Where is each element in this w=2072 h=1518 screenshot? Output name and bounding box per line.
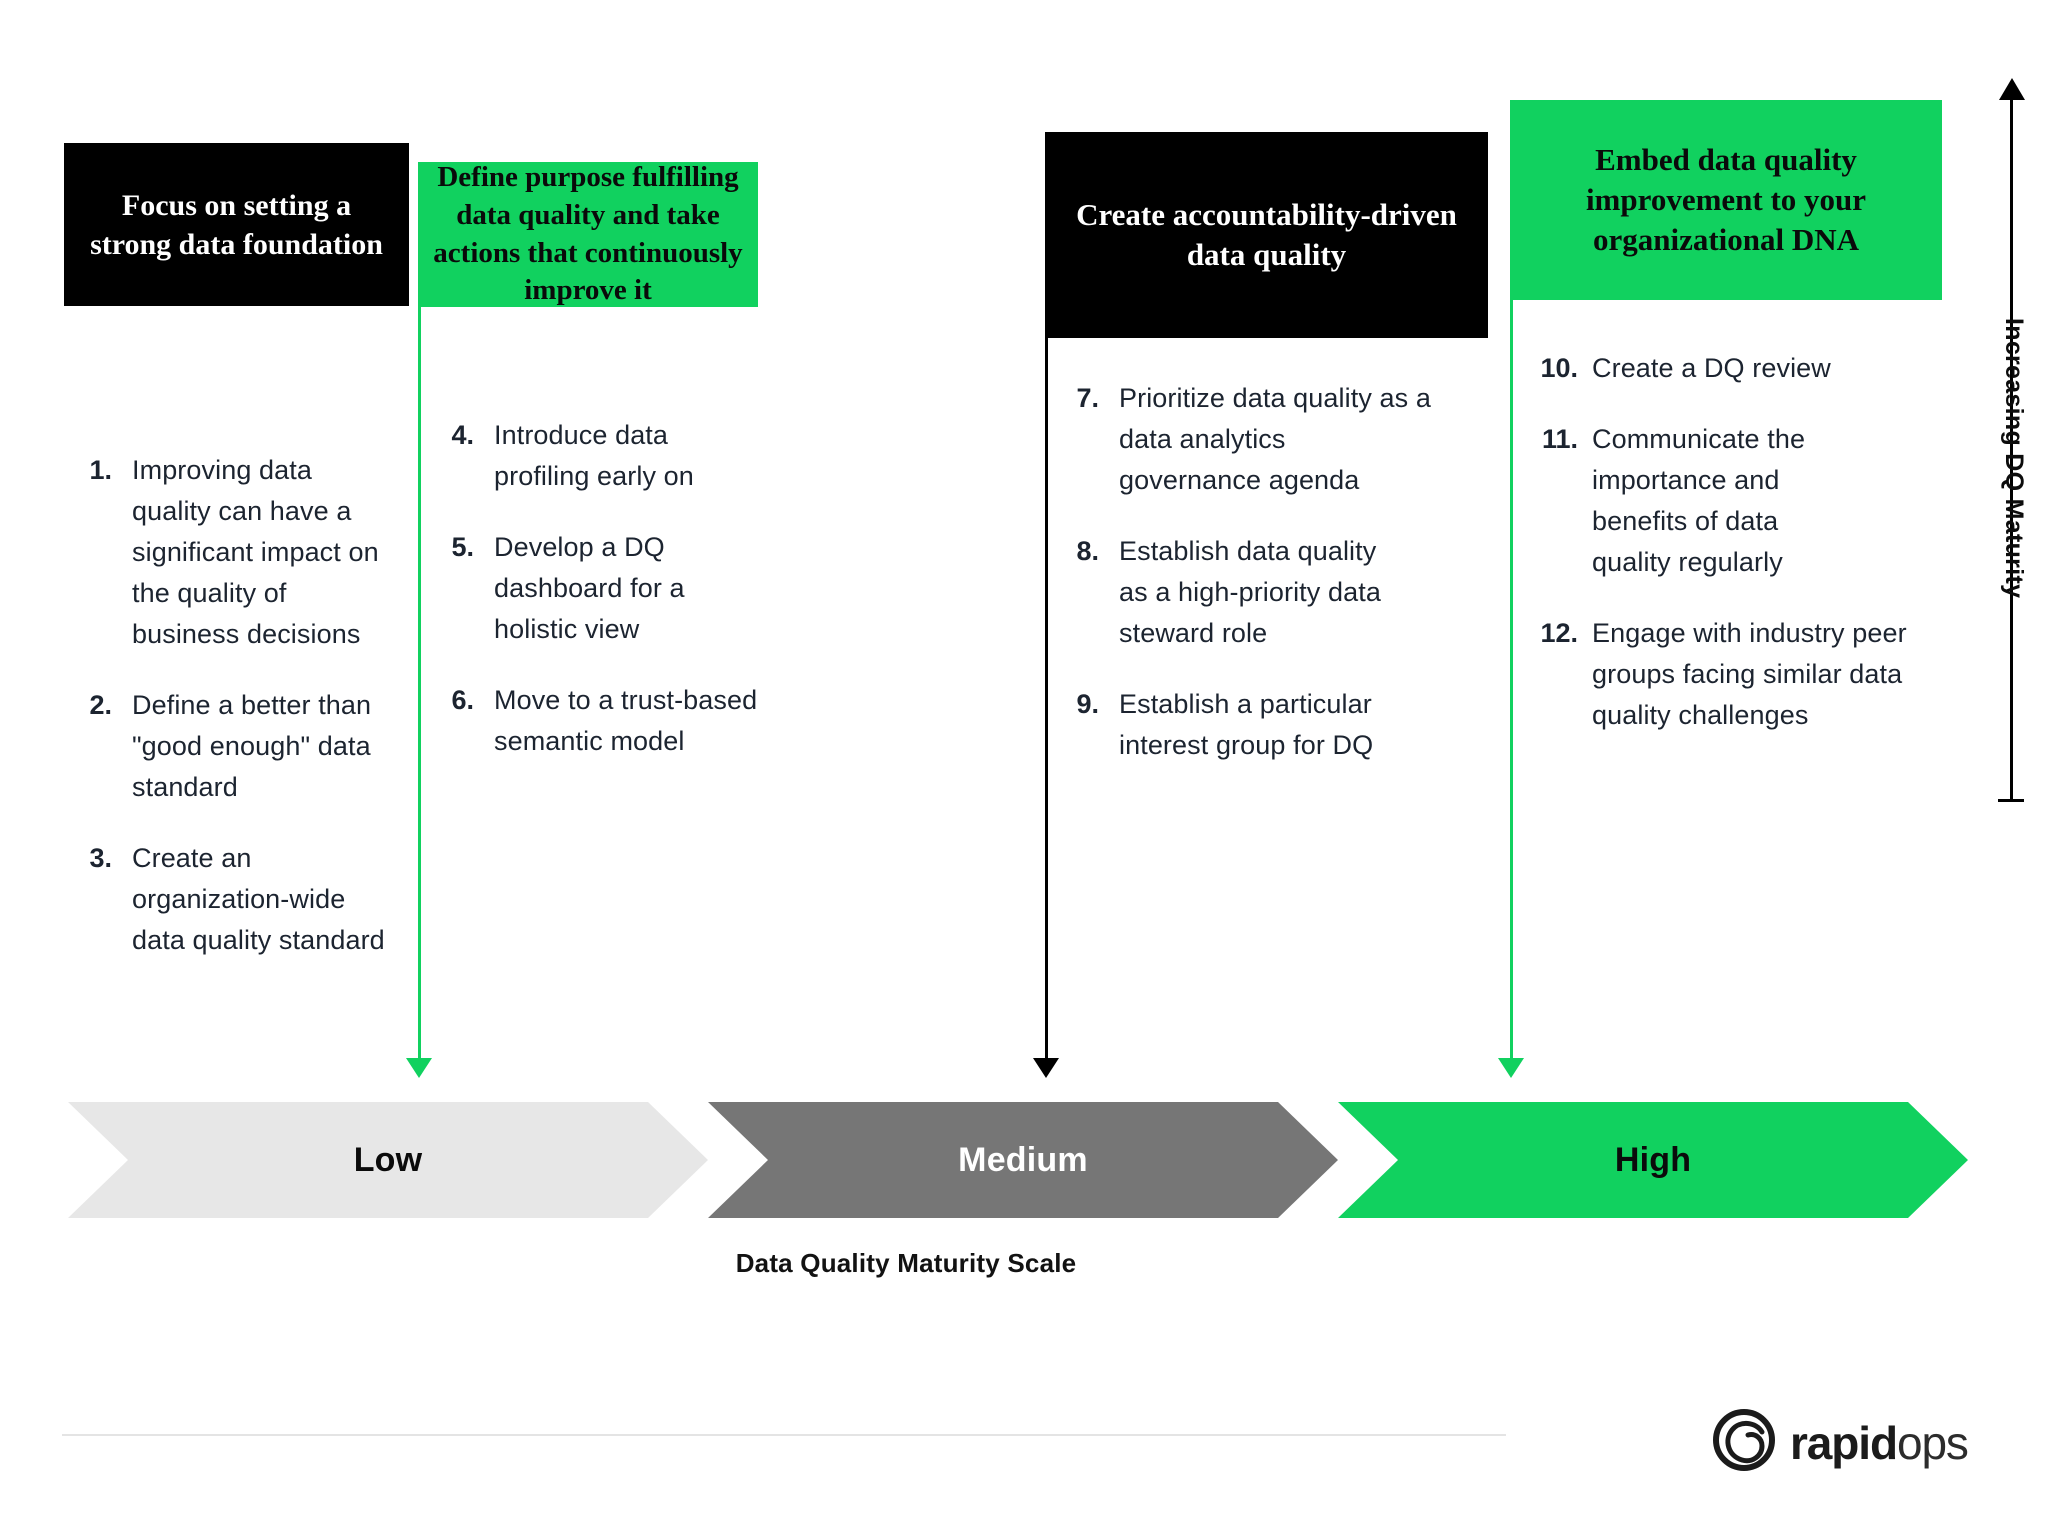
list-item-text: Develop a DQ dashboard for a holistic vi… xyxy=(494,532,685,645)
list-item-number: 4. xyxy=(451,420,474,450)
list-item-text: Introduce data profiling early on xyxy=(494,420,694,492)
maturity-step-label: Medium xyxy=(958,1140,1088,1179)
maturity-step-label: Low xyxy=(353,1140,423,1179)
list-item: 8. Establish data quality as a high-prio… xyxy=(1065,531,1445,654)
axis-arrow-up-icon xyxy=(1999,78,2025,100)
list-item: 5. Develop a DQ dashboard for a holistic… xyxy=(440,527,760,650)
rapidops-spiral-icon xyxy=(1712,1408,1776,1477)
list-item-text: Communicate the importance and benefits … xyxy=(1592,424,1806,578)
stage-3-list: 7. Prioritize data quality as a data ana… xyxy=(1065,378,1445,796)
footer-divider xyxy=(62,1434,1506,1436)
stage-1-list: 1. Improving data quality can have a sig… xyxy=(78,450,408,991)
stage-4-list: 10. Create a DQ review 11. Communicate t… xyxy=(1530,348,1940,766)
stage-2-header: Define purpose fulfilling data quality a… xyxy=(418,161,758,307)
stage-column-3: Create accountability-driven data qualit… xyxy=(1045,132,1488,338)
list-item: 12. Engage with industry peer groups fac… xyxy=(1530,613,1940,736)
list-item-text: Move to a trust-based semantic model xyxy=(494,685,758,757)
list-item-number: 9. xyxy=(1076,689,1099,720)
maturity-step-medium[interactable]: Medium xyxy=(708,1102,1338,1218)
stage-2-connector-line xyxy=(418,307,421,1058)
stage-2-list: 4. Introduce data profiling early on 5. … xyxy=(440,415,760,792)
list-item-number: 11. xyxy=(1541,424,1578,455)
list-item: 10. Create a DQ review xyxy=(1530,348,1940,389)
list-item: 1. Improving data quality can have a sig… xyxy=(78,450,408,655)
list-item: 6. Move to a trust-based semantic model xyxy=(440,680,760,762)
stage-3-header: Create accountability-driven data qualit… xyxy=(1045,132,1488,338)
list-item-text: Create a DQ review xyxy=(1592,353,1831,383)
stage-1-header: Focus on setting a strong data foundatio… xyxy=(64,143,409,306)
list-item-text: Engage with industry peer groups facing … xyxy=(1592,618,1907,731)
maturity-step-high[interactable]: High xyxy=(1338,1102,1968,1218)
list-item-text: Prioritize data quality as a data analyt… xyxy=(1119,383,1431,496)
stage-3-arrowhead-icon xyxy=(1033,1058,1059,1078)
list-item: 7. Prioritize data quality as a data ana… xyxy=(1065,378,1445,501)
list-item-text: Establish a particular interest group fo… xyxy=(1119,689,1374,761)
list-item-number: 3. xyxy=(89,843,112,874)
list-item-number: 2. xyxy=(89,690,112,721)
list-item-text: Establish data quality as a high-priorit… xyxy=(1119,536,1381,649)
axis-base-tick xyxy=(1998,799,2024,802)
list-item: 9. Establish a particular interest group… xyxy=(1065,684,1445,766)
maturity-step-label: High xyxy=(1614,1140,1692,1179)
logo-light-text: ops xyxy=(1896,1416,1969,1469)
list-item: 3. Create an organization-wide data qual… xyxy=(78,838,408,961)
list-item: 4. Introduce data profiling early on xyxy=(440,415,760,497)
stage-column-2: Define purpose fulfilling data quality a… xyxy=(418,161,758,307)
list-item-number: 12. xyxy=(1540,618,1578,649)
maturity-scale-caption: Data Quality Maturity Scale xyxy=(0,1248,2072,1279)
infographic-canvas: Focus on setting a strong data foundatio… xyxy=(0,0,2072,1518)
stage-4-header: Embed data quality improvement to your o… xyxy=(1510,100,1942,300)
axis-label: Increasing DQ Maturity xyxy=(2000,318,2028,599)
list-item-number: 5. xyxy=(451,532,474,563)
stage-column-4: Embed data quality improvement to your o… xyxy=(1510,100,1942,300)
list-item-number: 7. xyxy=(1076,383,1099,413)
list-item-text: Create an organization-wide data quality… xyxy=(132,843,385,956)
stage-column-1: Focus on setting a strong data foundatio… xyxy=(64,143,409,306)
logo-bold-text: rapid xyxy=(1790,1416,1898,1469)
list-item-text: Improving data quality can have a signif… xyxy=(132,455,379,650)
list-item: 11. Communicate the importance and benef… xyxy=(1530,419,1940,583)
stage-4-arrowhead-icon xyxy=(1498,1058,1524,1078)
stage-4-connector-line xyxy=(1510,300,1513,1058)
maturity-step-low[interactable]: Low xyxy=(68,1102,708,1218)
maturity-scale-caption-text: Data Quality Maturity Scale xyxy=(735,1248,1077,1278)
rapidops-logo[interactable]: rapidops xyxy=(1712,1408,1969,1477)
list-item-number: 8. xyxy=(1076,536,1099,567)
rapidops-wordmark: rapidops xyxy=(1790,1416,1969,1469)
list-item: 2. Define a better than "good enough" da… xyxy=(78,685,408,808)
list-item-number: 10. xyxy=(1540,353,1578,383)
list-item-text: Define a better than "good enough" data … xyxy=(132,690,372,803)
list-item-number: 6. xyxy=(451,685,474,716)
list-item-number: 1. xyxy=(89,455,112,485)
stage-2-arrowhead-icon xyxy=(406,1058,432,1078)
stage-3-connector-line xyxy=(1045,338,1048,1058)
